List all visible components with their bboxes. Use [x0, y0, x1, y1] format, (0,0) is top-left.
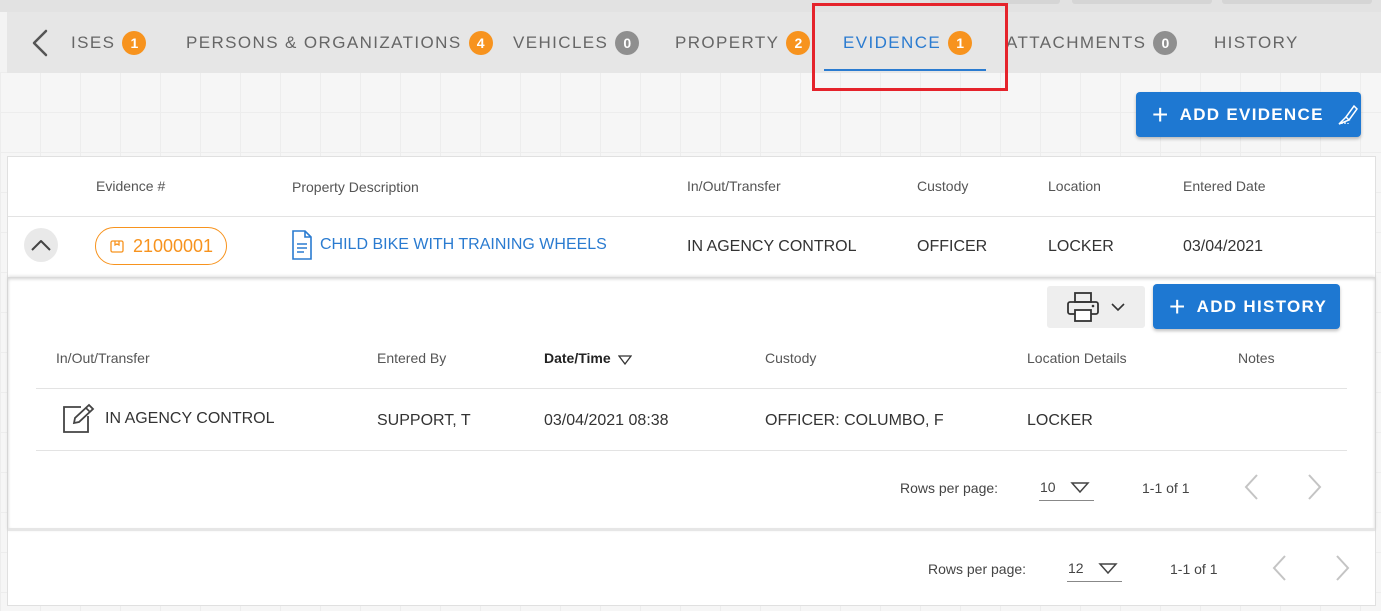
tab-label: HISTORY	[1214, 32, 1299, 52]
add-evidence-button[interactable]: + ADD EVIDENCE	[1136, 92, 1361, 137]
tab-persons-organizations[interactable]: PERSONS & ORGANIZATIONS 4	[186, 12, 493, 73]
history-cell-in-out-transfer: IN AGENCY CONTROL	[105, 410, 275, 427]
col-header-entered-by[interactable]: Entered By	[377, 350, 446, 366]
property-description-link[interactable]: CHILD BIKE WITH TRAINING WHEELS	[290, 229, 607, 261]
col-header-property-description[interactable]: Property Description	[292, 179, 419, 195]
tab-evidence[interactable]: EVIDENCE 1	[843, 12, 973, 73]
tab-label: PERSONS & ORGANIZATIONS	[186, 32, 462, 52]
tab-count-badge: 4	[468, 30, 493, 55]
next-page-icon[interactable]	[1305, 473, 1323, 506]
history-cell-date-time: 03/04/2021 08:38	[544, 412, 669, 429]
outer-rows-per-page-select[interactable]: 12	[1067, 558, 1122, 582]
col-header-location-details[interactable]: Location Details	[1027, 350, 1127, 366]
tab-label: VEHICLES	[513, 32, 609, 52]
col-header-evidence-number[interactable]: Evidence #	[96, 178, 165, 194]
cell-entered-date: 03/04/2021	[1183, 238, 1264, 255]
col-header-entered-date[interactable]: Entered Date	[1183, 178, 1266, 194]
history-cell-custody: OFFICER: COLUMBO, F	[765, 412, 944, 429]
package-icon	[110, 240, 124, 253]
outer-rows-per-page-value: 12	[1068, 560, 1084, 576]
edit-icon[interactable]	[61, 403, 95, 440]
caret-down-icon	[1070, 482, 1090, 494]
col-header-in-out-transfer[interactable]: In/Out/Transfer	[687, 178, 781, 194]
sort-desc-icon	[617, 355, 632, 366]
tab-count-badge: 2	[786, 30, 811, 55]
tab-attachments[interactable]: ATTACHMENTS 0	[1006, 12, 1178, 73]
document-icon	[292, 230, 312, 260]
col-header-custody[interactable]: Custody	[917, 178, 968, 194]
col-header-notes[interactable]: Notes	[1238, 350, 1275, 366]
evidence-number: 21000001	[132, 235, 214, 256]
outer-prev-page-icon[interactable]	[1271, 554, 1289, 587]
tab-property[interactable]: PROPERTY 2	[675, 12, 811, 73]
plus-icon: +	[1152, 98, 1170, 130]
tab-label: ISES	[71, 32, 116, 52]
tab-label: ATTACHMENTS	[1006, 32, 1147, 52]
tab-history[interactable]: HISTORY	[1214, 12, 1299, 73]
tab-cases[interactable]: ISES 1	[71, 12, 147, 73]
evidence-history-panel: + ADD HISTORY In/Out/Transfer Entered By…	[8, 277, 1375, 531]
plus-icon: +	[1169, 290, 1187, 322]
prev-page-icon[interactable]	[1243, 473, 1261, 506]
caret-down-icon	[1098, 563, 1118, 575]
history-header-divider	[36, 388, 1347, 389]
history-row-divider	[36, 450, 1347, 451]
add-history-label: ADD HISTORY	[1196, 296, 1328, 316]
header-divider	[8, 216, 1375, 217]
tab-count-badge: 1	[122, 30, 147, 55]
outer-rows-per-page-label: Rows per page:	[928, 561, 1027, 577]
print-menu-button[interactable]	[1047, 286, 1145, 328]
history-cell-entered-by: SUPPORT, T	[377, 412, 471, 429]
evidence-tool-icon	[1336, 103, 1360, 127]
top-strip	[0, 0, 1381, 12]
col-header-custody[interactable]: Custody	[765, 350, 816, 366]
chevron-up-icon	[31, 240, 51, 251]
cell-custody: OFFICER	[917, 238, 988, 255]
rows-per-page-label: Rows per page:	[900, 480, 999, 496]
outer-next-page-icon[interactable]	[1333, 554, 1351, 587]
col-header-in-out-transfer[interactable]: In/Out/Transfer	[56, 350, 150, 366]
cell-location: LOCKER	[1048, 238, 1114, 255]
chevron-left-icon[interactable]	[29, 28, 53, 58]
active-tab-indicator	[824, 69, 986, 71]
property-description: CHILD BIKE WITH TRAINING WHEELS	[320, 236, 607, 253]
tab-vehicles[interactable]: VEHICLES 0	[513, 12, 640, 73]
rows-per-page-value: 10	[1040, 479, 1056, 495]
caret-down-icon	[1111, 303, 1125, 312]
col-header-location[interactable]: Location	[1048, 178, 1101, 194]
printer-icon	[1067, 292, 1099, 322]
tab-label: PROPERTY	[675, 32, 780, 52]
evidence-number-pill[interactable]: 21000001	[95, 227, 227, 265]
date-time-header-label: Date/Time	[544, 350, 611, 366]
col-header-date-time[interactable]: Date/Time	[544, 350, 632, 366]
rows-per-page-select[interactable]: 10	[1039, 477, 1094, 501]
add-history-button[interactable]: + ADD HISTORY	[1153, 284, 1340, 329]
pagination-range: 1-1 of 1	[1142, 480, 1190, 496]
history-cell-location-details: LOCKER	[1027, 412, 1093, 429]
tab-label: EVIDENCE	[843, 32, 942, 52]
add-evidence-label: ADD EVIDENCE	[1179, 104, 1324, 124]
evidence-table-card: Evidence # Property Description In/Out/T…	[7, 156, 1376, 606]
tab-count-badge: 0	[615, 30, 640, 55]
collapse-row-button[interactable]	[24, 228, 58, 262]
tab-bar: ISES 1 PERSONS & ORGANIZATIONS 4 VEHICLE…	[7, 12, 1381, 73]
cell-in-out-transfer: IN AGENCY CONTROL	[687, 238, 857, 255]
tab-count-badge: 0	[1153, 30, 1178, 55]
outer-pagination-range: 1-1 of 1	[1170, 561, 1218, 577]
tab-count-badge: 1	[948, 30, 973, 55]
